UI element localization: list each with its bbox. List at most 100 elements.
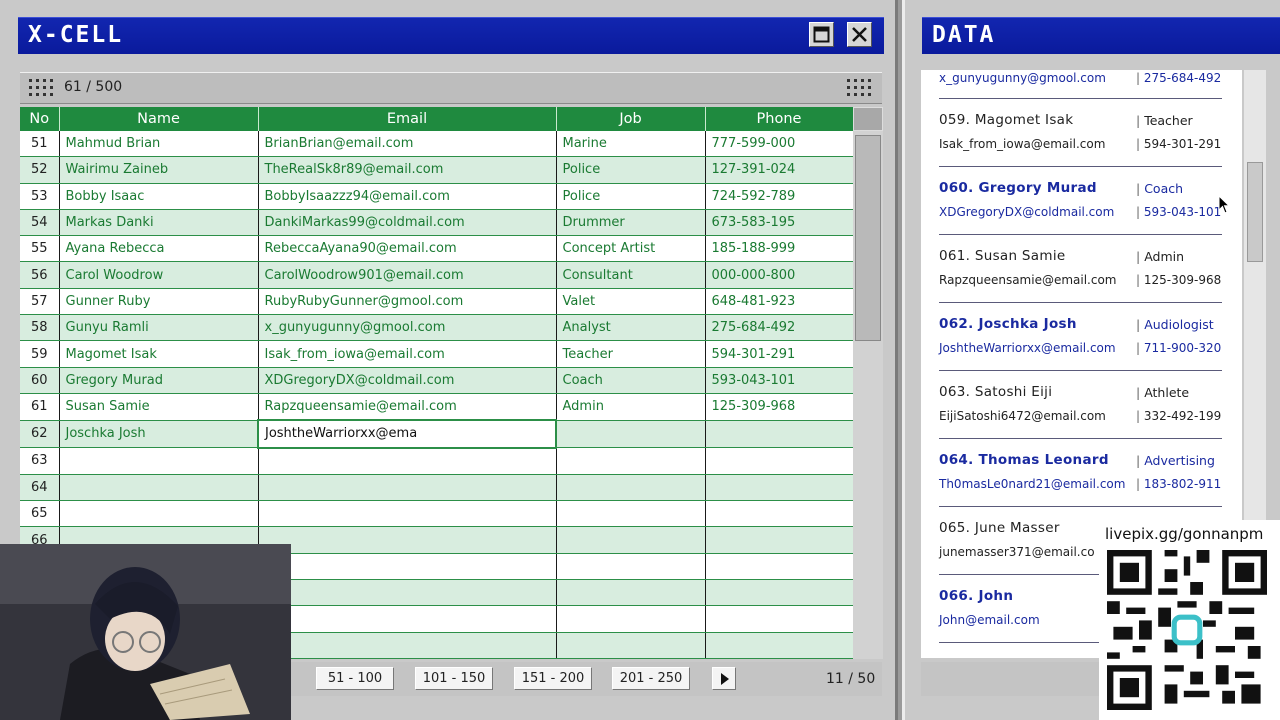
data-entry[interactable]: 060. Gregory Murad Coach XDGregoryDX@coldm… [939, 167, 1222, 235]
cell-job[interactable]: Teacher [556, 340, 706, 368]
column-header-job[interactable]: Job [556, 107, 706, 131]
data-entry[interactable]: 061. Susan Samie Admin Rapzqueensamie@emai… [939, 235, 1222, 303]
table-row[interactable]: 58 Gunyu Ramli x_gunyugunny@gmool.com Analy… [20, 314, 854, 342]
cell-phone[interactable] [705, 632, 854, 659]
cell-name[interactable]: Bobby Isaac [59, 183, 259, 210]
cell-no[interactable]: 65 [20, 500, 60, 528]
cell-name[interactable]: Wairimu Zaineb [59, 156, 259, 184]
table-row[interactable]: 55 Ayana Rebecca RebeccaAyana90@email.com C… [20, 235, 854, 263]
cell-job[interactable]: Drummer [556, 209, 706, 237]
data-titlebar[interactable]: DATA [922, 17, 1280, 54]
cell-phone[interactable] [705, 553, 854, 581]
cell-no[interactable]: 54 [20, 209, 60, 237]
table-row[interactable]: 60 Gregory Murad XDGregoryDX@coldmail.com C… [20, 367, 854, 394]
cell-email[interactable]: Isak_from_iowa@email.com [258, 340, 557, 368]
cell-job[interactable] [556, 500, 706, 528]
cell-phone[interactable]: 724-592-789 [705, 183, 854, 210]
cell-email[interactable]: Rapzqueensamie@email.com [258, 393, 557, 421]
cell-phone[interactable]: 125-309-968 [705, 393, 854, 421]
page-button-201-250[interactable]: 201 - 250 [612, 667, 690, 690]
cell-job[interactable] [556, 474, 706, 502]
cell-email[interactable] [258, 579, 557, 607]
cell-phone[interactable]: 594-301-291 [705, 340, 854, 368]
cell-email[interactable] [258, 632, 557, 659]
cell-email[interactable]: DankiMarkas99@coldmail.com [258, 209, 557, 237]
cell-phone[interactable]: 127-391-024 [705, 156, 854, 184]
grip-handle-right[interactable] [847, 79, 873, 97]
cell-no[interactable]: 55 [20, 235, 60, 263]
cell-email[interactable] [258, 605, 557, 633]
cell-phone[interactable] [705, 500, 854, 528]
page-button-51-100[interactable]: 51 - 100 [316, 667, 394, 690]
cell-email[interactable]: XDGregoryDX@coldmail.com [258, 367, 557, 394]
cell-job[interactable] [556, 447, 706, 475]
data-entry[interactable]: 063. Satoshi Eiji Athlete EijiSatoshi6472@… [939, 371, 1222, 439]
grip-handle-left[interactable] [29, 79, 55, 97]
cell-name[interactable]: Susan Samie [59, 393, 259, 421]
cell-job[interactable] [556, 632, 706, 659]
cell-phone[interactable]: 648-481-923 [705, 288, 854, 316]
close-button[interactable] [847, 22, 872, 47]
column-header-name[interactable]: Name [59, 107, 259, 131]
table-row[interactable]: 65 [20, 500, 854, 528]
cell-name[interactable]: Joschka Josh [59, 420, 259, 449]
cell-email[interactable]: BrianBrian@email.com [258, 131, 557, 158]
table-row[interactable]: 57 Gunner Ruby RubyRubyGunner@gmool.com Val… [20, 288, 854, 316]
cell-phone[interactable]: 000-000-800 [705, 261, 854, 289]
cell-email[interactable] [258, 474, 557, 502]
cell-no[interactable]: 56 [20, 261, 60, 289]
table-row[interactable]: 59 Magomet Isak Isak_from_iowa@email.com Te… [20, 340, 854, 368]
cell-name[interactable] [59, 447, 259, 475]
cell-name[interactable] [59, 474, 259, 502]
next-page-button[interactable] [712, 667, 736, 690]
column-header-email[interactable]: Email [258, 107, 557, 131]
cell-no[interactable]: 52 [20, 156, 60, 184]
cell-no[interactable]: 64 [20, 474, 60, 502]
cell-no[interactable]: 58 [20, 314, 60, 342]
cell-job[interactable]: Police [556, 183, 706, 210]
cell-job[interactable]: Concept Artist [556, 235, 706, 263]
data-entry[interactable]: x_gunyugunny@gmool.com 275-684-492 [939, 70, 1222, 99]
data-entry[interactable]: 064. Thomas Leonard Advertising Th0masLe0n… [939, 439, 1222, 507]
table-row[interactable]: 54 Markas Danki DankiMarkas99@coldmail.com… [20, 209, 854, 237]
scrollbar-thumb[interactable] [855, 135, 881, 341]
cell-name[interactable]: Gunyu Ramli [59, 314, 259, 342]
cell-no[interactable]: 61 [20, 393, 60, 421]
cell-email[interactable] [258, 526, 557, 554]
cell-email[interactable] [258, 447, 557, 475]
cell-job[interactable] [556, 553, 706, 581]
table-row[interactable]: 64 [20, 474, 854, 502]
cell-name[interactable]: Ayana Rebecca [59, 235, 259, 263]
cell-name[interactable]: Gregory Murad [59, 367, 259, 394]
cell-job[interactable]: Marine [556, 131, 706, 158]
table-row[interactable]: 52 Wairimu Zaineb TheRealSk8r89@email.com P… [20, 156, 854, 184]
cell-job[interactable]: Valet [556, 288, 706, 316]
page-button-101-150[interactable]: 101 - 150 [415, 667, 493, 690]
cell-job[interactable] [556, 420, 706, 449]
maximize-button[interactable] [809, 22, 834, 47]
cell-phone[interactable] [705, 474, 854, 502]
cell-job[interactable] [556, 579, 706, 607]
cell-name[interactable]: Magomet Isak [59, 340, 259, 368]
cell-email[interactable]: x_gunyugunny@gmool.com [258, 314, 557, 342]
cell-email[interactable] [258, 553, 557, 581]
cell-job[interactable]: Police [556, 156, 706, 184]
cell-no[interactable]: 59 [20, 340, 60, 368]
cell-phone[interactable]: 777-599-000 [705, 131, 854, 158]
cell-job[interactable]: Admin [556, 393, 706, 421]
cell-email[interactable]: JoshtheWarriorxx@ema [257, 419, 557, 449]
column-header-phone[interactable]: Phone [705, 107, 854, 131]
column-header-no[interactable]: No [20, 107, 60, 131]
table-row[interactable]: 51 Mahmud Brian BrianBrian@email.com Marine… [20, 131, 854, 158]
xcell-titlebar[interactable]: X-CELL [18, 17, 884, 54]
table-scrollbar[interactable] [853, 107, 883, 659]
cell-name[interactable]: Carol Woodrow [59, 261, 259, 289]
table-row[interactable]: 53 Bobby Isaac BobbyIsaazzz94@email.com Pol… [20, 183, 854, 210]
cell-job[interactable] [556, 605, 706, 633]
cell-email[interactable]: CarolWoodrow901@email.com [258, 261, 557, 289]
cell-email[interactable]: TheRealSk8r89@email.com [258, 156, 557, 184]
cell-name[interactable]: Markas Danki [59, 209, 259, 237]
table-row[interactable]: 63 [20, 447, 854, 475]
cell-phone[interactable] [705, 526, 854, 554]
cell-no[interactable]: 51 [20, 131, 60, 158]
